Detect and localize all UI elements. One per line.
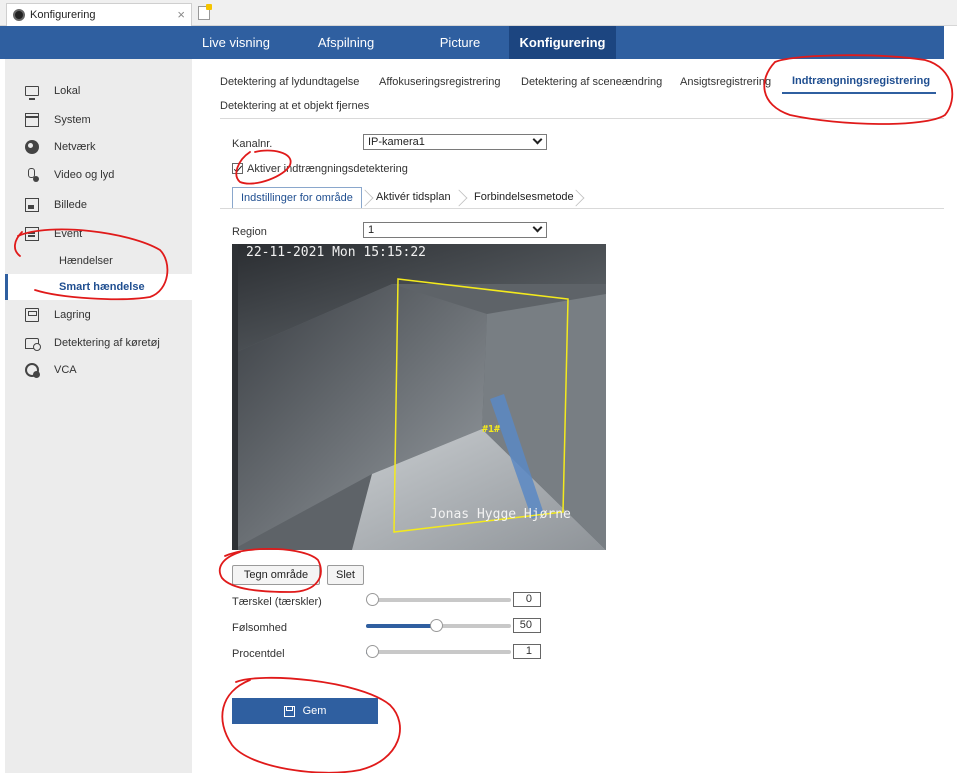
enable-intrusion-checkbox[interactable] bbox=[232, 163, 243, 174]
channel-select-value: IP-kamera1 bbox=[368, 136, 425, 148]
tab-face-detection[interactable]: Ansigtsregistrering bbox=[680, 76, 771, 88]
sidebar-item-label: Video og lyd bbox=[54, 169, 115, 181]
sensitivity-slider-thumb[interactable] bbox=[430, 619, 443, 632]
region-select[interactable]: 1 bbox=[363, 222, 547, 238]
video-timestamp: 22-11-2021 Mon 15:15:22 bbox=[246, 245, 427, 260]
chevron-down-icon bbox=[532, 134, 543, 145]
top-navigation: Live visning Afspilning Picture Konfigur… bbox=[0, 26, 944, 59]
sidebar-item-label: Lagring bbox=[54, 309, 91, 321]
storage-icon bbox=[25, 308, 39, 322]
browser-tab-strip: Konfigurering × bbox=[0, 0, 957, 26]
sidebar-item-image[interactable]: Billede bbox=[5, 192, 192, 218]
image-icon bbox=[25, 198, 39, 212]
threshold-slider-thumb[interactable] bbox=[366, 593, 379, 606]
new-tab-icon[interactable] bbox=[198, 4, 212, 20]
tab-intrusion-detection[interactable]: Indtrængningsregistrering bbox=[792, 75, 930, 87]
sidebar-item-smart-event[interactable]: Smart hændelse bbox=[5, 274, 192, 300]
tab-audio-exception[interactable]: Detektering af lydundtagelse bbox=[220, 76, 359, 88]
percentage-value[interactable]: 1 bbox=[513, 644, 541, 659]
tab-scene-change[interactable]: Detektering af sceneændring bbox=[521, 76, 662, 88]
sidebar-item-vca[interactable]: VCA bbox=[5, 357, 192, 383]
globe-icon bbox=[25, 140, 39, 154]
sidebar-item-label: Detektering af køretøj bbox=[54, 337, 160, 349]
save-button[interactable]: Gem bbox=[232, 698, 378, 724]
sensitivity-slider[interactable] bbox=[366, 619, 511, 632]
close-tab-icon[interactable]: × bbox=[177, 7, 185, 22]
enable-intrusion-label: Aktiver indtrængningsdetektering bbox=[247, 163, 408, 175]
region-number-tag: #1# bbox=[482, 424, 501, 435]
tab-defocus[interactable]: Affokuseringsregistrering bbox=[379, 76, 500, 88]
region-label: Region bbox=[232, 226, 267, 238]
sidebar-item-vehicle-detection[interactable]: Detektering af køretøj bbox=[5, 330, 192, 356]
percentage-slider[interactable] bbox=[366, 645, 511, 658]
nav-playback[interactable]: Afspilning bbox=[296, 26, 396, 59]
browser-tab-title: Konfigurering bbox=[30, 9, 96, 21]
tab-object-removal[interactable]: Detektering at et objekt fjernes bbox=[220, 100, 369, 112]
steps-divider bbox=[220, 208, 944, 209]
sidebar-item-label: Event bbox=[54, 228, 83, 240]
nav-configuration[interactable]: Konfigurering bbox=[509, 26, 616, 59]
camera-scene bbox=[232, 244, 606, 550]
video-camera-name: Jonas Hygge Hjørne bbox=[430, 507, 571, 522]
browser-tab[interactable]: Konfigurering × bbox=[6, 3, 192, 26]
window-icon bbox=[25, 113, 39, 127]
vca-icon bbox=[25, 363, 40, 378]
sidebar-item-network[interactable]: Netværk bbox=[5, 134, 192, 160]
sidebar-item-system[interactable]: System bbox=[5, 107, 192, 133]
save-button-label: Gem bbox=[302, 705, 327, 717]
region-select-value: 1 bbox=[368, 224, 375, 236]
draw-area-button[interactable]: Tegn område bbox=[232, 565, 320, 585]
sidebar-item-event[interactable]: Event bbox=[5, 221, 192, 247]
active-tab-underline bbox=[782, 92, 936, 94]
delete-area-button[interactable]: Slet bbox=[327, 565, 364, 585]
threshold-value[interactable]: 0 bbox=[513, 592, 541, 607]
percentage-label: Procentdel bbox=[232, 648, 285, 660]
sensitivity-label: Følsomhed bbox=[232, 622, 288, 634]
camera-preview[interactable]: 22-11-2021 Mon 15:15:22 Jonas Hygge Hjør… bbox=[232, 244, 606, 550]
sidebar: Lokal System Netværk Video og lyd Billed… bbox=[5, 59, 192, 773]
sidebar-item-events[interactable]: Hændelser bbox=[5, 248, 192, 274]
chevron-down-icon bbox=[532, 222, 543, 233]
threshold-label: Tærskel (tærskler) bbox=[232, 596, 322, 608]
sidebar-item-storage[interactable]: Lagring bbox=[5, 302, 192, 328]
step-linkage[interactable]: Forbindelsesmetode bbox=[474, 187, 574, 209]
sidebar-item-label: Billede bbox=[54, 199, 88, 211]
sidebar-item-local[interactable]: Lokal bbox=[5, 78, 192, 104]
sensitivity-slider-fill bbox=[366, 624, 436, 628]
sidebar-item-label: Lokal bbox=[54, 85, 81, 97]
divider bbox=[220, 118, 944, 119]
sidebar-item-label: System bbox=[54, 114, 91, 126]
step-separator bbox=[571, 187, 581, 209]
sidebar-item-video-audio[interactable]: Video og lyd bbox=[5, 162, 192, 188]
camera-favicon-icon bbox=[13, 9, 25, 21]
channel-select[interactable]: IP-kamera1 bbox=[363, 134, 547, 150]
step-separator bbox=[360, 187, 370, 209]
calendar-icon bbox=[25, 227, 39, 241]
sidebar-item-label: VCA bbox=[54, 364, 77, 376]
step-schedule[interactable]: Aktivér tidsplan bbox=[376, 187, 451, 209]
threshold-slider[interactable] bbox=[366, 593, 511, 606]
vehicle-detection-icon bbox=[25, 337, 41, 351]
microphone-icon bbox=[25, 168, 39, 182]
sidebar-item-label: Netværk bbox=[54, 141, 96, 153]
floppy-disk-icon bbox=[283, 705, 295, 717]
monitor-icon bbox=[25, 86, 39, 100]
sensitivity-value[interactable]: 50 bbox=[513, 618, 541, 633]
step-separator bbox=[454, 187, 464, 209]
channel-label: Kanalnr. bbox=[232, 138, 273, 150]
step-area-settings[interactable]: Indstillinger for område bbox=[232, 187, 362, 209]
percentage-slider-thumb[interactable] bbox=[366, 645, 379, 658]
nav-live-view[interactable]: Live visning bbox=[192, 26, 280, 59]
nav-picture[interactable]: Picture bbox=[410, 26, 510, 59]
